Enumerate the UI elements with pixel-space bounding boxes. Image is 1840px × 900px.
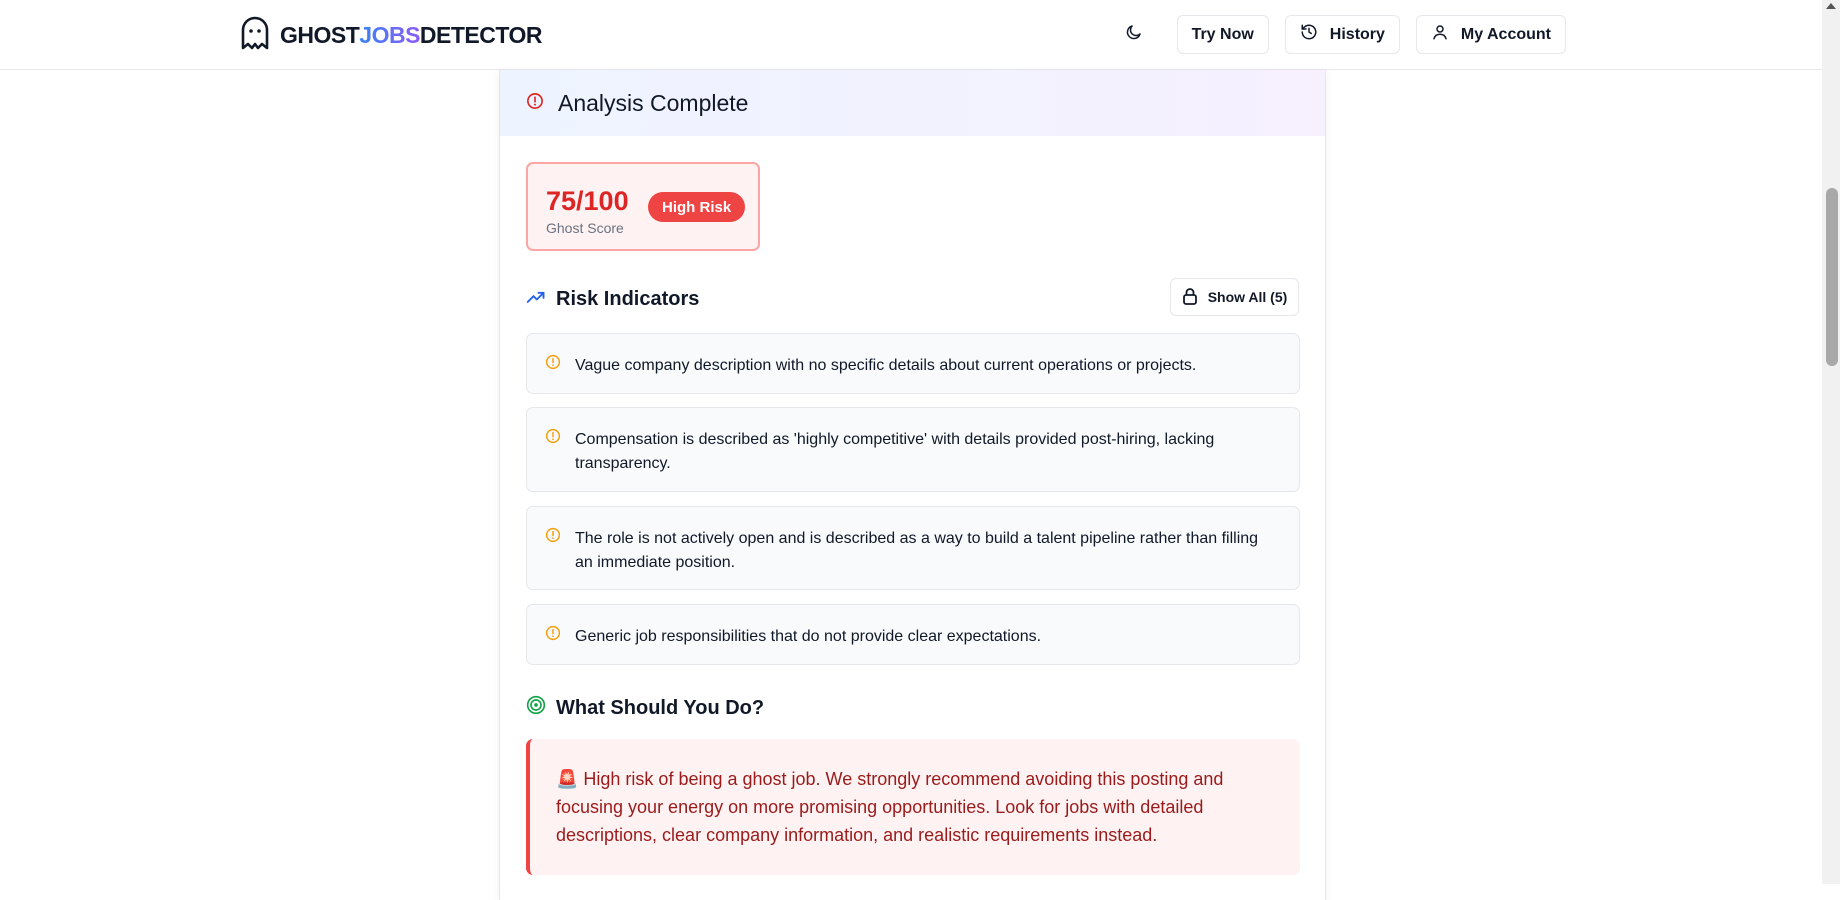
- risk-indicator-item: Vague company description with no specif…: [526, 333, 1300, 394]
- risk-level-badge: High Risk: [648, 192, 746, 222]
- history-button[interactable]: History: [1284, 15, 1400, 54]
- warning-circle-icon: [545, 428, 561, 452]
- analysis-card-header: Analysis Complete: [500, 70, 1325, 136]
- history-label: History: [1329, 25, 1385, 43]
- user-icon: [1431, 23, 1449, 46]
- scroll-up-arrow-icon[interactable]: [1826, 3, 1836, 9]
- header-nav: Try Now History My Account: [1115, 15, 1566, 54]
- try-now-button[interactable]: Try Now: [1176, 15, 1269, 54]
- risk-indicator-item: Generic job responsibilities that do not…: [526, 604, 1300, 665]
- history-icon: [1300, 23, 1318, 46]
- risk-indicator-text: Compensation is described as 'highly com…: [575, 431, 1215, 472]
- page-scrollbar[interactable]: [1822, 0, 1840, 884]
- show-all-label: Show All (5): [1207, 289, 1288, 305]
- show-all-button[interactable]: Show All (5): [1170, 278, 1299, 316]
- alert-circle-icon: [526, 92, 544, 115]
- warning-circle-icon: [545, 625, 561, 649]
- scrollbar-thumb[interactable]: [1826, 188, 1838, 366]
- risk-indicators-title: Risk Indicators: [556, 288, 700, 310]
- my-account-label: My Account: [1460, 25, 1551, 43]
- trending-up-icon: [526, 288, 546, 311]
- logo-part-ghost: GHOST: [280, 22, 360, 48]
- analysis-card: Analysis Complete 75/100 High Risk Ghost…: [499, 70, 1326, 900]
- what-to-do-title: What Should You Do?: [556, 696, 765, 719]
- risk-indicator-text: Vague company description with no specif…: [575, 357, 1197, 374]
- analysis-title: Analysis Complete: [558, 89, 749, 116]
- top-navbar: GHOSTJOBSDETECTOR Try Now History My Acc…: [0, 0, 1822, 70]
- risk-indicator-text: Generic job responsibilities that do not…: [575, 628, 1042, 645]
- ghost-score-box: 75/100 High Risk Ghost Score: [526, 162, 760, 251]
- warning-circle-icon: [545, 527, 561, 551]
- risk-indicators-heading: Risk Indicators: [526, 288, 699, 311]
- lock-icon: [1182, 287, 1198, 308]
- logo-part-detector: DETECTOR: [419, 22, 543, 48]
- what-to-do-heading: What Should You Do?: [526, 695, 764, 721]
- logo-part-jobs: JOBS: [359, 22, 420, 48]
- risk-indicator-item: The role is not actively open and is des…: [526, 506, 1300, 590]
- warning-circle-icon: [545, 354, 561, 378]
- my-account-button[interactable]: My Account: [1415, 15, 1566, 54]
- ghost-score-label: Ghost Score: [546, 220, 624, 236]
- logo-text: GHOSTJOBSDETECTOR: [280, 22, 543, 49]
- moon-icon: [1125, 23, 1143, 46]
- recommendation-text: 🚨 High risk of being a ghost job. We str…: [556, 769, 1224, 845]
- theme-toggle-button[interactable]: [1115, 16, 1153, 54]
- target-icon: [526, 695, 546, 721]
- try-now-label: Try Now: [1191, 25, 1254, 43]
- risk-indicator-text: The role is not actively open and is des…: [575, 530, 1259, 571]
- recommendation-alert: 🚨 High risk of being a ghost job. We str…: [526, 739, 1300, 875]
- ghost-score-value: 75/100: [546, 186, 629, 216]
- ghost-icon: [240, 16, 270, 55]
- risk-indicator-item: Compensation is described as 'highly com…: [526, 407, 1300, 492]
- logo[interactable]: GHOSTJOBSDETECTOR: [240, 16, 543, 55]
